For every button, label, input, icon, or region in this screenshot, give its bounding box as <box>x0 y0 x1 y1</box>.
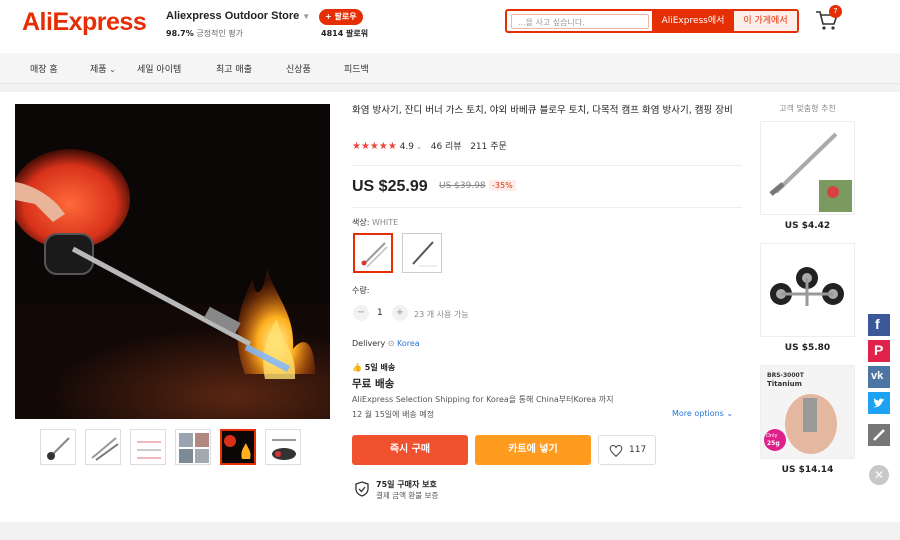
shipping-date: 12 월 15일에 배송 예정 <box>352 410 435 419</box>
nav-products[interactable]: 제품 ⌄ <box>90 62 116 75</box>
store-nav: 매장 홈 제품 ⌄ 세일 아이템 최고 매출 신상품 피드백 <box>0 53 900 84</box>
color-value: WHITE <box>371 218 399 227</box>
wishlist-button[interactable]: 117 <box>598 435 656 465</box>
facebook-icon[interactable]: f <box>868 314 890 336</box>
thumbnail-1[interactable] <box>40 429 76 465</box>
quantity-increase-button[interactable]: + <box>392 305 408 321</box>
heart-icon[interactable] <box>609 444 623 458</box>
delivery-row: Delivery ⊙ Korea <box>352 339 420 348</box>
product-title: 화염 방사기, 잔디 버너 가스 토치, 야외 바베큐 블로우 토치, 다목적 … <box>352 105 733 116</box>
product-main-image[interactable] <box>15 104 330 419</box>
recommend-price-3: US $14.14 <box>781 465 834 475</box>
buyer-protection-title: 75일 구매자 보호 <box>376 480 437 489</box>
delivery-label: Delivery <box>352 339 386 348</box>
store-name[interactable]: Aliexpress Outdoor Store ▼ <box>166 10 310 22</box>
rating-row: ★★★★★ 4.9 ⌄ 46 리뷰 211 주문 <box>352 139 507 152</box>
more-options-text[interactable]: More options <box>672 409 724 418</box>
pencil-icon[interactable] <box>868 424 890 446</box>
chevron-down-icon[interactable]: ⌄ <box>414 143 422 151</box>
nav-top-selling[interactable]: 최고 매출 <box>216 62 252 75</box>
thumbnail-3[interactable] <box>130 429 166 465</box>
reviews-count[interactable]: 46 리뷰 <box>431 142 462 152</box>
shipping-description: AliExpress Selection Shipping for Korea을… <box>352 395 614 404</box>
follow-button[interactable]: + 팔로우 <box>319 9 363 25</box>
color-swatch-white[interactable] <box>353 233 393 273</box>
orders-count: 211 주문 <box>470 142 507 152</box>
quantity-available: 23 개 사용 가능 <box>414 310 469 319</box>
aliexpress-logo[interactable]: AliExpress <box>22 8 147 37</box>
rating-value[interactable]: 4.9 <box>400 142 414 152</box>
product-badge-model: BRS-3000T <box>767 372 804 379</box>
location-pin-icon: ⊙ <box>387 339 395 348</box>
recommend-item-2[interactable] <box>760 243 855 337</box>
quantity-decrease-button[interactable]: − <box>353 305 369 321</box>
nav-store-home[interactable]: 매장 홈 <box>30 62 58 75</box>
thumbnail-2[interactable] <box>85 429 121 465</box>
nav-new-arrivals[interactable]: 신상품 <box>286 62 311 75</box>
pinterest-icon[interactable]: P <box>868 340 890 362</box>
product-badge-material: Titanium <box>767 380 802 388</box>
color-swatch-2[interactable] <box>402 233 442 273</box>
vk-icon[interactable]: vk <box>868 366 890 388</box>
store-rating-label: 긍정적인 평가 <box>196 29 244 38</box>
color-label: 색상: WHITE <box>352 217 398 228</box>
buyer-protection-subtitle: 결제 금액 환불 보증 <box>376 491 439 500</box>
nav-sale-items[interactable]: 세일 아이템 <box>137 62 181 75</box>
thumbnail-6[interactable] <box>265 429 301 465</box>
thumbnail-4[interactable] <box>175 429 211 465</box>
buy-now-button[interactable]: 즉시 구매 <box>352 435 468 465</box>
add-to-cart-button[interactable]: 카트에 넣기 <box>475 435 591 465</box>
quantity-label: 수량: <box>352 286 370 295</box>
search-input[interactable]: ...을 사고 싶습니다. <box>511 14 649 29</box>
ship-days: 👍 5일 배송 <box>352 362 395 373</box>
color-label-text: 색상: <box>352 218 370 227</box>
recommend-item-3[interactable]: BRS-3000T Titanium Only 25g <box>760 365 855 459</box>
divider <box>352 165 742 166</box>
close-icon[interactable]: ✕ <box>869 465 889 485</box>
store-rating: 98.7% 긍정적인 평가 <box>166 28 243 39</box>
thumbs-up-icon: 👍 <box>352 363 362 372</box>
wishlist-count: 117 <box>629 445 647 455</box>
thumbnail-5-selected[interactable] <box>220 429 256 465</box>
search-bar: ...을 사고 싶습니다. AliExpress에서 이 가게에서 <box>505 9 799 33</box>
chevron-down-icon[interactable]: ⌄ <box>107 65 116 74</box>
divider <box>352 207 742 208</box>
quantity-value[interactable]: 1 <box>377 308 383 318</box>
header: AliExpress Aliexpress Outdoor Store ▼ 98.… <box>0 0 900 53</box>
more-options-link[interactable]: More options ⌄ <box>672 409 733 418</box>
shield-check-icon <box>355 481 369 497</box>
store-rating-value: 98.7% <box>166 29 194 38</box>
star-rating-icon: ★★★★★ <box>352 141 397 152</box>
nav-products-label[interactable]: 제품 <box>90 65 107 75</box>
chevron-down-icon[interactable]: ▼ <box>302 12 310 21</box>
nav-feedback[interactable]: 피드백 <box>344 62 369 75</box>
free-shipping: 무료 배송 <box>352 378 395 390</box>
recommend-title: 고객 맞춤형 추천 <box>779 104 836 113</box>
cart-badge: 7 <box>829 5 842 18</box>
store-name-text[interactable]: Aliexpress Outdoor Store <box>166 10 299 22</box>
delivery-location[interactable]: Korea <box>397 339 420 348</box>
chevron-down-icon[interactable]: ⌄ <box>726 409 733 418</box>
twitter-icon[interactable] <box>868 392 890 414</box>
search-store-button[interactable]: 이 가게에서 <box>734 11 797 31</box>
product-badge-weight: 25g <box>767 440 780 447</box>
original-price: US $39.98 <box>439 181 486 191</box>
recommend-price-2: US $5.80 <box>784 343 831 353</box>
recommend-price-1: US $4.42 <box>784 221 831 231</box>
ship-days-text: 5일 배송 <box>364 363 396 372</box>
recommend-item-1[interactable] <box>760 121 855 215</box>
product-badge-only: Only <box>766 433 778 439</box>
search-aliexpress-button[interactable]: AliExpress에서 <box>652 11 734 31</box>
followers-count: 4814 팔로워 <box>321 29 369 38</box>
current-price: US $25.99 <box>352 178 428 195</box>
discount-badge: -35% <box>489 180 516 191</box>
